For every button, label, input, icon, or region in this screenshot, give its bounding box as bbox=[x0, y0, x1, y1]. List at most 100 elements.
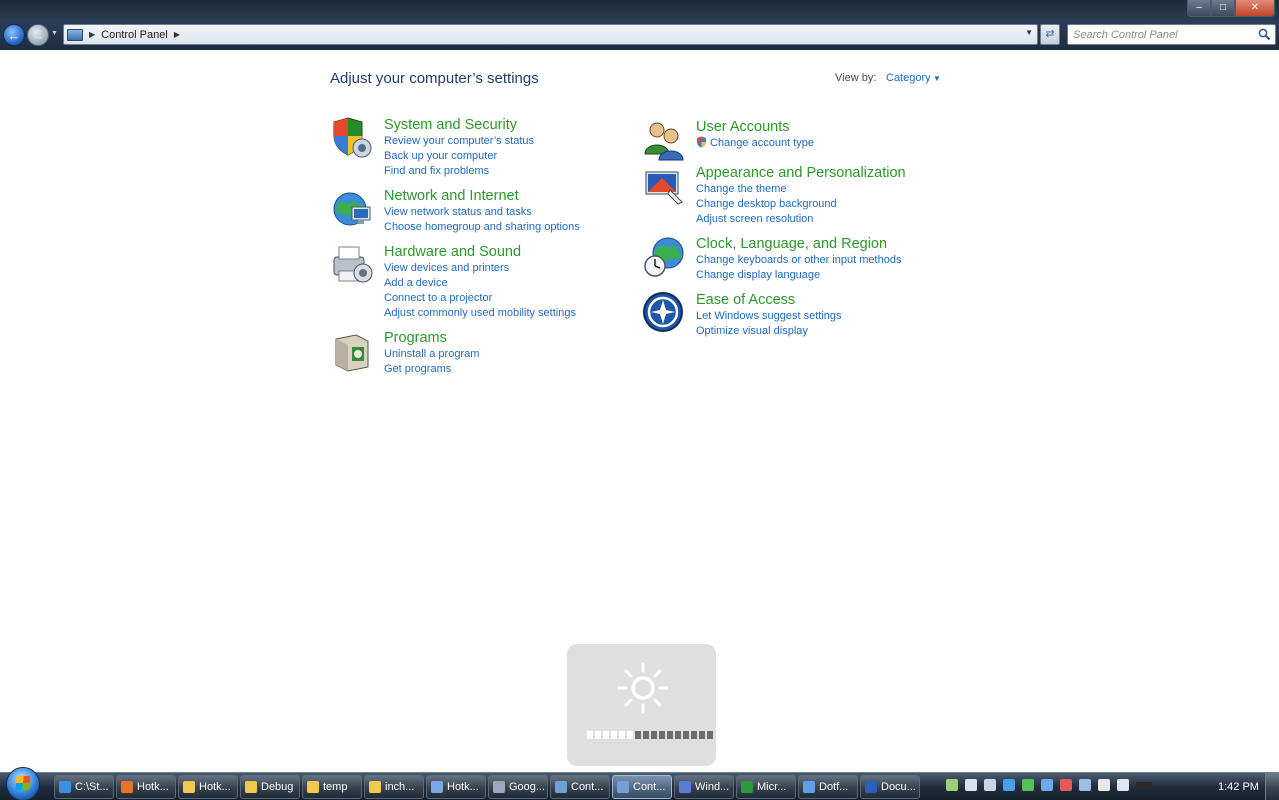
chevron-up-icon[interactable] bbox=[965, 779, 977, 791]
brightness-segment bbox=[619, 731, 625, 739]
taskbar-button-label: Hotk... bbox=[199, 781, 231, 793]
display-paint-icon[interactable] bbox=[642, 164, 686, 208]
link-uninstall-program[interactable]: Uninstall a program bbox=[384, 347, 479, 362]
search-input[interactable] bbox=[1068, 25, 1248, 45]
chat-icon[interactable] bbox=[1022, 779, 1034, 791]
shield-icon[interactable] bbox=[330, 116, 374, 160]
battery-icon[interactable] bbox=[1136, 781, 1152, 789]
breadcrumb-separator-icon[interactable]: ▶ bbox=[174, 30, 180, 39]
category-title[interactable]: Ease of Access bbox=[696, 291, 842, 309]
users-icon[interactable] bbox=[642, 118, 686, 162]
taskbar-button[interactable]: Hotk... bbox=[426, 775, 486, 799]
link-back-up[interactable]: Back up your computer bbox=[384, 149, 534, 164]
maximize-button[interactable]: □ bbox=[1211, 0, 1235, 17]
link-change-account-type[interactable]: Change account type bbox=[696, 136, 814, 151]
arrow-right-icon: → bbox=[31, 27, 45, 43]
search-icon[interactable] bbox=[1258, 28, 1271, 41]
link-add-device[interactable]: Add a device bbox=[384, 276, 576, 291]
power-icon[interactable] bbox=[1098, 779, 1110, 791]
link-get-programs[interactable]: Get programs bbox=[384, 362, 479, 377]
doc-icon[interactable] bbox=[984, 779, 996, 791]
link-connect-projector[interactable]: Connect to a projector bbox=[384, 291, 576, 306]
taskbar-button[interactable]: Hotk... bbox=[178, 775, 238, 799]
taskbar-button[interactable]: Cont... bbox=[612, 775, 672, 799]
taskbar-button[interactable]: Cont... bbox=[550, 775, 610, 799]
taskbar-button[interactable]: Docu... bbox=[860, 775, 920, 799]
start-button[interactable] bbox=[6, 767, 40, 800]
taskbar-button-label: Micr... bbox=[757, 781, 787, 793]
category-title[interactable]: Programs bbox=[384, 329, 479, 347]
link-keyboards-input[interactable]: Change keyboards or other input methods bbox=[696, 253, 901, 268]
link-mobility-settings[interactable]: Adjust commonly used mobility settings bbox=[384, 306, 576, 321]
close-button[interactable]: ✕ bbox=[1235, 0, 1275, 17]
taskbar-button[interactable]: Hotk... bbox=[116, 775, 176, 799]
notes-icon[interactable] bbox=[946, 779, 958, 791]
link-optimize-display[interactable]: Optimize visual display bbox=[696, 324, 842, 339]
link-review-status[interactable]: Review your computer’s status bbox=[384, 134, 534, 149]
address-history-dropdown[interactable]: ▼ bbox=[1025, 28, 1033, 37]
taskbar-button[interactable]: Goog... bbox=[488, 775, 548, 799]
address-bar[interactable]: ▶ Control Panel ▶ ▼ bbox=[63, 24, 1038, 45]
minimize-button[interactable]: ‒ bbox=[1187, 0, 1211, 17]
taskbar-button[interactable]: Debug bbox=[240, 775, 300, 799]
ease-of-access-icon[interactable] bbox=[642, 291, 686, 335]
taskbar-button[interactable]: Wind... bbox=[674, 775, 734, 799]
taskbar-button-label: inch... bbox=[385, 781, 415, 793]
category-title[interactable]: User Accounts bbox=[696, 118, 814, 136]
link-desktop-background[interactable]: Change desktop background bbox=[696, 197, 906, 212]
chevron-down-icon[interactable]: ▼ bbox=[933, 74, 941, 83]
link-find-fix-problems[interactable]: Find and fix problems bbox=[384, 164, 534, 179]
sync-icon[interactable] bbox=[1003, 779, 1015, 791]
link-windows-suggest[interactable]: Let Windows suggest settings bbox=[696, 309, 842, 324]
window-caption-buttons: ‒ □ ✕ bbox=[1187, 0, 1275, 17]
clock[interactable]: 1:42 PM bbox=[1218, 781, 1259, 793]
bluetooth-icon[interactable] bbox=[1041, 779, 1053, 791]
breadcrumb-separator-icon[interactable]: ▶ bbox=[89, 30, 95, 39]
taskbar-button[interactable]: inch... bbox=[364, 775, 424, 799]
taskbar-button-label: Goog... bbox=[509, 781, 546, 793]
recent-pages-button[interactable]: ▼ bbox=[51, 30, 58, 37]
category-title[interactable]: Network and Internet bbox=[384, 187, 580, 205]
brightness-segment bbox=[603, 731, 609, 739]
search-box[interactable] bbox=[1067, 24, 1276, 45]
category-title[interactable]: Hardware and Sound bbox=[384, 243, 576, 261]
network-globe-icon[interactable] bbox=[330, 187, 374, 231]
breadcrumb-control-panel[interactable]: Control Panel bbox=[101, 29, 168, 41]
back-button[interactable]: ← bbox=[3, 24, 25, 46]
control-panel-icon bbox=[555, 781, 567, 793]
forward-button[interactable]: → bbox=[27, 24, 49, 46]
printer-icon[interactable] bbox=[330, 243, 374, 287]
link-network-status[interactable]: View network status and tasks bbox=[384, 205, 580, 220]
taskbar-button[interactable]: Dotf... bbox=[798, 775, 858, 799]
taskbar-button[interactable]: C:\St... bbox=[54, 775, 114, 799]
brightness-segment bbox=[699, 731, 705, 739]
brightness-segment bbox=[707, 731, 713, 739]
category-title[interactable]: System and Security bbox=[384, 116, 534, 134]
category-title[interactable]: Clock, Language, and Region bbox=[696, 235, 901, 253]
control-panel-icon bbox=[617, 781, 629, 793]
brightness-segment bbox=[587, 731, 593, 739]
link-homegroup-sharing[interactable]: Choose homegroup and sharing options bbox=[384, 220, 580, 235]
network-tray-icon[interactable] bbox=[1079, 779, 1091, 791]
taskbar-button-label: Dotf... bbox=[819, 781, 849, 793]
brightness-segment bbox=[595, 731, 601, 739]
view-by-dropdown[interactable]: Category bbox=[886, 72, 931, 84]
link-change-theme[interactable]: Change the theme bbox=[696, 182, 906, 197]
category-title[interactable]: Appearance and Personalization bbox=[696, 164, 906, 182]
clock-globe-icon[interactable] bbox=[642, 235, 686, 279]
show-desktop-button[interactable] bbox=[1265, 773, 1279, 800]
volume-icon[interactable] bbox=[1117, 779, 1129, 791]
view-by-label: View by: bbox=[835, 72, 877, 84]
link-devices-printers[interactable]: View devices and printers bbox=[384, 261, 576, 276]
refresh-button[interactable]: ⇄ bbox=[1040, 24, 1060, 45]
uac-shield-icon bbox=[697, 136, 706, 148]
taskbar-button-label: Cont... bbox=[571, 781, 604, 793]
link-screen-resolution[interactable]: Adjust screen resolution bbox=[696, 212, 906, 227]
taskbar-button[interactable]: Micr... bbox=[736, 775, 796, 799]
taskbar-button[interactable]: temp bbox=[302, 775, 362, 799]
link-display-language[interactable]: Change display language bbox=[696, 268, 901, 283]
brightness-segment bbox=[611, 731, 617, 739]
word-icon bbox=[865, 781, 877, 793]
programs-box-icon[interactable] bbox=[330, 329, 374, 373]
shield-tray-icon[interactable] bbox=[1060, 779, 1072, 791]
